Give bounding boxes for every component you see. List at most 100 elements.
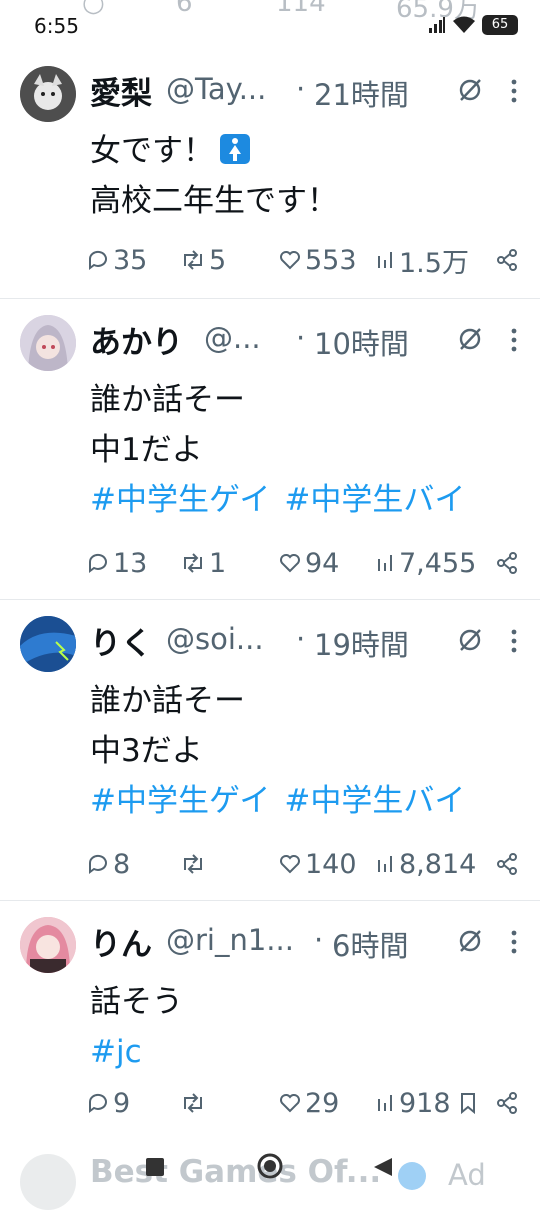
verified-badge-icon bbox=[398, 1162, 426, 1190]
user-handle[interactable]: @... bbox=[204, 321, 261, 355]
reply-icon bbox=[88, 250, 107, 270]
avatar[interactable] bbox=[20, 917, 76, 973]
timestamp[interactable]: 19時間 bbox=[314, 622, 409, 664]
hashtag-line: #中学生ゲイ #中学生バイ bbox=[90, 475, 520, 525]
heart-icon bbox=[280, 1094, 300, 1113]
view-count: 7,455 bbox=[399, 547, 477, 579]
retweet-button[interactable] bbox=[180, 1083, 209, 1123]
tweet-text-segment: 女です！ bbox=[90, 133, 214, 169]
back-button-icon[interactable] bbox=[372, 1156, 394, 1178]
reply-count: 13 bbox=[113, 547, 148, 579]
views-button[interactable]: 7,455 bbox=[376, 543, 476, 583]
more-options-icon[interactable] bbox=[508, 325, 520, 355]
like-button[interactable]: 553 bbox=[278, 240, 357, 280]
hashtag-link[interactable]: #中学生バイ bbox=[284, 783, 465, 819]
views-icon bbox=[378, 856, 392, 872]
tweet-3[interactable]: りく @soi... · 19時間 誰か話そー 中3だよ #中学生ゲイ #中学生バ… bbox=[0, 600, 540, 901]
signal-icon bbox=[429, 17, 445, 33]
heart-icon bbox=[280, 251, 300, 270]
views-button[interactable]: 8,814 bbox=[376, 844, 476, 884]
avatar[interactable] bbox=[20, 66, 76, 122]
hashtag-link[interactable]: #中学生ゲイ bbox=[90, 482, 270, 518]
tweet-4[interactable]: りん @ri_n1... · 6時間 話そう #jc 9 29 918 bbox=[0, 901, 540, 1142]
retweet-icon bbox=[184, 854, 202, 874]
tweet-1[interactable]: 愛梨 @Tay... · 21時間 女です！ 高校二年生です！ 35 5 553 bbox=[0, 50, 540, 299]
views-button[interactable]: 1.5万 bbox=[376, 240, 469, 280]
retweet-button[interactable] bbox=[180, 844, 209, 884]
tweet-text-line: 誰か話そー bbox=[90, 382, 245, 418]
separator-dot: · bbox=[314, 923, 324, 957]
system-icons: 65 bbox=[428, 13, 518, 37]
separator-dot: · bbox=[296, 622, 306, 656]
tweet-text-line: 女です！ bbox=[90, 126, 520, 176]
grok-icon[interactable] bbox=[456, 325, 484, 353]
display-name[interactable]: あかり bbox=[90, 317, 183, 362]
ad-title[interactable]: Best Games Of... bbox=[90, 1154, 381, 1190]
share-icon[interactable] bbox=[496, 551, 518, 575]
avatar[interactable] bbox=[20, 616, 76, 672]
timestamp[interactable]: 21時間 bbox=[314, 72, 409, 114]
tweet-text-line: 話そう bbox=[90, 984, 183, 1020]
share-icon[interactable] bbox=[496, 248, 518, 272]
recents-button-icon[interactable] bbox=[144, 1156, 166, 1178]
timestamp[interactable]: 10時間 bbox=[314, 321, 409, 363]
display-name[interactable]: りく bbox=[90, 618, 152, 663]
tweet-text-line: 中1だよ bbox=[90, 432, 203, 468]
tweet-2[interactable]: あかり @... · 10時間 誰か話そー 中1だよ #中学生ゲイ #中学生バイ … bbox=[0, 299, 540, 600]
tweet-text-line: 高校二年生です！ bbox=[90, 183, 338, 219]
display-name[interactable]: 愛梨 bbox=[90, 68, 152, 113]
avatar[interactable] bbox=[20, 315, 76, 371]
display-name[interactable]: りん bbox=[90, 919, 152, 964]
tweet-text: 女です！ 高校二年生です！ bbox=[90, 126, 520, 226]
separator-dot: · bbox=[296, 72, 306, 106]
hashtag-line: #jc bbox=[90, 1027, 520, 1077]
reply-icon bbox=[88, 1093, 107, 1113]
reply-count: 8 bbox=[113, 848, 131, 880]
user-handle[interactable]: @ri_n1... bbox=[166, 923, 294, 957]
retweet-button[interactable]: 1 bbox=[180, 543, 226, 583]
like-button[interactable]: 94 bbox=[278, 543, 339, 583]
retweet-button[interactable]: 5 bbox=[180, 240, 226, 280]
more-options-icon[interactable] bbox=[508, 76, 520, 106]
user-handle[interactable]: @soi... bbox=[166, 622, 264, 656]
womens-room-icon bbox=[220, 134, 250, 164]
tweet-actions: 8 140 8,814 bbox=[86, 844, 522, 884]
grok-icon[interactable] bbox=[456, 76, 484, 104]
hashtag-link[interactable]: #jc bbox=[90, 1034, 142, 1070]
grok-icon[interactable] bbox=[456, 626, 484, 654]
views-icon bbox=[378, 555, 392, 571]
tweet-header: あかり @... · 10時間 bbox=[90, 317, 520, 361]
separator-dot: · bbox=[296, 321, 306, 355]
tweet-actions: 13 1 94 7,455 bbox=[86, 543, 522, 583]
like-count: 94 bbox=[305, 547, 340, 579]
share-icon[interactable] bbox=[496, 1091, 518, 1115]
timestamp[interactable]: 6時間 bbox=[332, 923, 408, 965]
bookmark-icon[interactable] bbox=[458, 1091, 478, 1115]
ad-label: Ad bbox=[448, 1158, 486, 1192]
more-options-icon[interactable] bbox=[508, 927, 520, 957]
reply-button[interactable]: 9 bbox=[86, 1083, 130, 1123]
retweet-count-prev: 6 bbox=[176, 0, 193, 18]
hashtag-link[interactable]: #中学生バイ bbox=[284, 482, 465, 518]
tweet-actions: 9 29 918 bbox=[86, 1083, 522, 1123]
ad-avatar[interactable] bbox=[20, 1154, 76, 1210]
reply-button[interactable]: 8 bbox=[86, 844, 130, 884]
grok-icon[interactable] bbox=[456, 927, 484, 955]
retweet-count: 5 bbox=[209, 244, 227, 276]
views-button[interactable]: 918 bbox=[376, 1083, 451, 1123]
reply-button[interactable]: 13 bbox=[86, 543, 147, 583]
more-options-icon[interactable] bbox=[508, 626, 520, 656]
tweet-text-line: 誰か話そー bbox=[90, 683, 245, 719]
battery-indicator: 65 bbox=[482, 15, 518, 35]
tweet-text: 誰か話そー 中1だよ #中学生ゲイ #中学生バイ bbox=[90, 375, 520, 525]
views-icon bbox=[378, 1095, 392, 1111]
hashtag-link[interactable]: #中学生ゲイ bbox=[90, 783, 270, 819]
reply-button[interactable]: 35 bbox=[86, 240, 147, 280]
like-button[interactable]: 140 bbox=[278, 844, 357, 884]
user-handle[interactable]: @Tay... bbox=[166, 72, 266, 106]
like-button[interactable]: 29 bbox=[278, 1083, 339, 1123]
hashtag-line: #中学生ゲイ #中学生バイ bbox=[90, 776, 520, 826]
view-count: 918 bbox=[399, 1087, 451, 1119]
home-button-icon[interactable] bbox=[256, 1152, 284, 1180]
share-icon[interactable] bbox=[496, 852, 518, 876]
